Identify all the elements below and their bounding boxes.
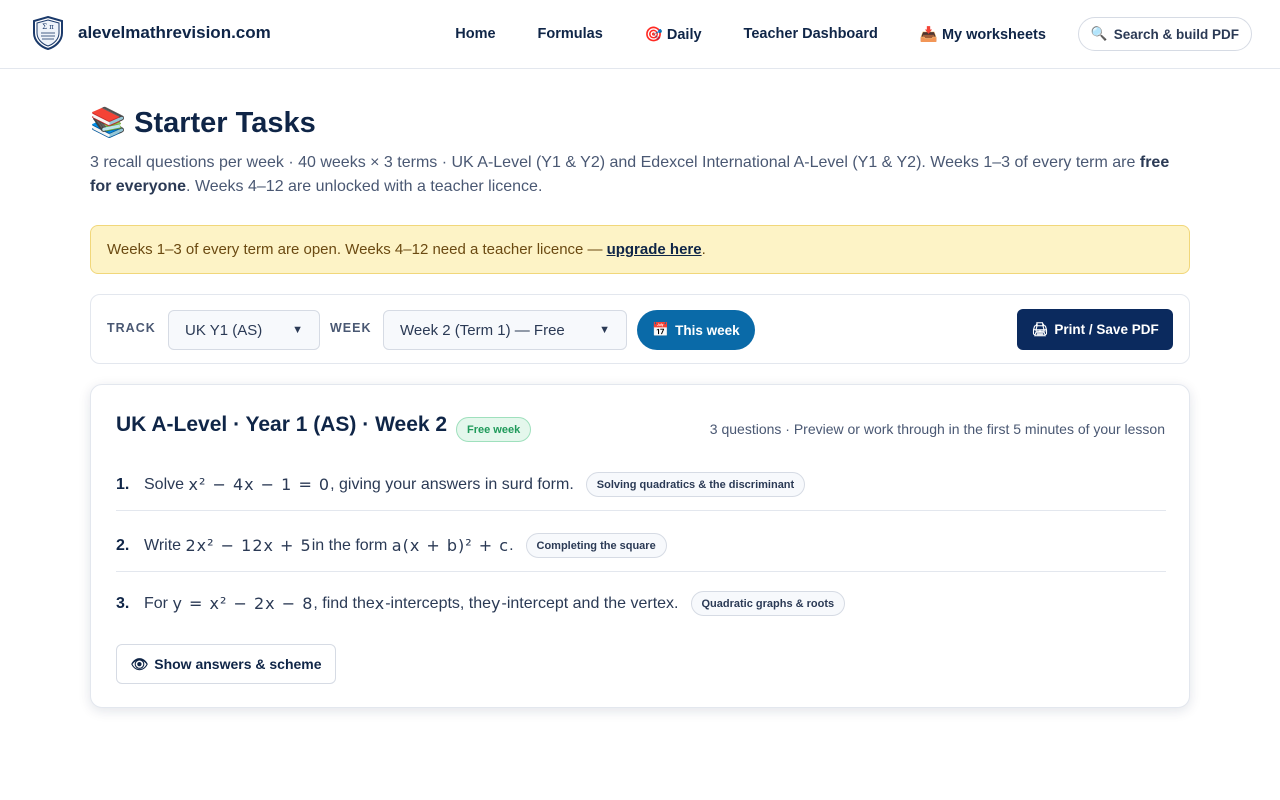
question-text: , giving your answers in surd form.: [330, 475, 574, 493]
topic-tag[interactable]: Solving quadratics & the discriminant: [585, 472, 806, 497]
question-math: y: [491, 594, 502, 613]
show-answers-button[interactable]: 👁 Show answers & scheme: [116, 644, 336, 684]
question-text: -intercept and the vertex.: [501, 594, 679, 612]
nav-teacher-dashboard[interactable]: Teacher Dashboard: [744, 26, 878, 42]
week-select-value: Week 2 (Term 1) — Free: [400, 321, 565, 339]
question-item: 3. For y = x² − 2x − 8, find the x -inter…: [116, 591, 1166, 616]
card-meta: 3 questions · Preview or work through in…: [709, 421, 1165, 437]
notice-text: Weeks 1–3 of every term are open. Weeks …: [107, 241, 603, 258]
intro-text: 3 recall questions per week · 40 weeks ×…: [90, 151, 1190, 199]
question-text: in the form: [311, 536, 388, 554]
question-text: Write: [144, 536, 182, 554]
intro-part-1: 3 recall questions per week · 40 weeks ×…: [90, 154, 1140, 171]
starter-task-card: UK A-Level · Year 1 (AS) · Week 2 Free w…: [90, 384, 1190, 708]
nav-my-worksheets[interactable]: 📥 My worksheets: [920, 26, 1046, 43]
svg-text:Σ π: Σ π: [42, 23, 54, 31]
search-icon: 🔍: [1090, 26, 1108, 41]
main-nav: Home Formulas 🎯 Daily Teacher Dashboard …: [455, 0, 1252, 68]
question-math: y = x² − 2x − 8: [172, 594, 314, 613]
calendar-icon: 📅: [652, 322, 670, 337]
track-label: TRACK: [107, 321, 156, 335]
question-number: 2.: [116, 536, 130, 554]
search-build-pdf-label: Search & build PDF: [1113, 26, 1239, 42]
search-build-pdf-button[interactable]: 🔍 Search & build PDF: [1077, 17, 1252, 51]
top-navigation-bar: Σ π alevelmathrevision.com Home Formulas…: [0, 0, 1280, 69]
page-title-text: Starter Tasks: [134, 106, 316, 139]
question-number: 3.: [116, 594, 130, 612]
this-week-label: This week: [675, 322, 740, 338]
nav-daily[interactable]: 🎯 Daily: [645, 26, 702, 43]
question-math: a(x + b)² + c: [391, 536, 510, 555]
brand[interactable]: Σ π alevelmathrevision.com: [32, 16, 271, 50]
week-select[interactable]: Week 2 (Term 1) — Free ▼: [383, 310, 627, 350]
nav-home[interactable]: Home: [455, 26, 495, 42]
question-math: x: [374, 594, 386, 613]
controls-bar: TRACK UK Y1 (AS) ▼ WEEK Week 2 (Term 1) …: [90, 294, 1190, 364]
intro-part-2: . Weeks 4–12 are unlocked with a teacher…: [186, 178, 543, 195]
this-week-button[interactable]: 📅 This week: [637, 310, 755, 350]
print-save-pdf-label: Print / Save PDF: [1054, 322, 1159, 337]
eye-icon: 👁: [130, 655, 149, 672]
topic-tag[interactable]: Completing the square: [525, 533, 667, 558]
upgrade-link[interactable]: upgrade here: [607, 241, 702, 258]
page-title: 📚 Starter Tasks: [90, 106, 316, 140]
question-math: 2x² − 12x + 5: [185, 536, 312, 555]
week-label: WEEK: [330, 321, 372, 335]
question-text: Solve: [144, 475, 185, 493]
shield-logo-icon: Σ π: [33, 16, 63, 50]
track-select[interactable]: UK Y1 (AS) ▼: [168, 310, 320, 350]
track-select-value: UK Y1 (AS): [185, 321, 263, 339]
topic-tag[interactable]: Quadratic graphs & roots: [690, 591, 846, 616]
licence-notice: Weeks 1–3 of every term are open. Weeks …: [90, 225, 1190, 274]
divider: [116, 571, 1166, 572]
question-text: -intercepts, the: [385, 594, 492, 612]
question-math: x² − 4x − 1 = 0: [188, 475, 331, 494]
notice-end: .: [701, 241, 706, 258]
question-number: 1.: [116, 475, 130, 493]
card-title: UK A-Level · Year 1 (AS) · Week 2: [116, 413, 448, 436]
chevron-down-icon: ▼: [599, 324, 610, 336]
nav-formulas[interactable]: Formulas: [538, 26, 603, 42]
question-item: 1. Solve x² − 4x − 1 = 0, giving your an…: [116, 472, 1166, 497]
print-save-pdf-button[interactable]: 🖨 Print / Save PDF: [1017, 309, 1173, 350]
question-item: 2. Write 2x² − 12x + 5 in the form a(x +…: [116, 533, 1166, 558]
question-text: .: [509, 536, 514, 554]
books-icon: 📚: [90, 107, 127, 139]
divider: [116, 510, 1166, 511]
show-answers-label: Show answers & scheme: [154, 656, 322, 672]
free-week-badge: Free week: [456, 417, 532, 442]
question-text: , find the: [313, 594, 375, 612]
chevron-down-icon: ▼: [292, 324, 303, 336]
site-name: alevelmathrevision.com: [78, 23, 271, 42]
question-text: For: [144, 594, 168, 612]
printer-icon: 🖨: [1031, 321, 1049, 337]
